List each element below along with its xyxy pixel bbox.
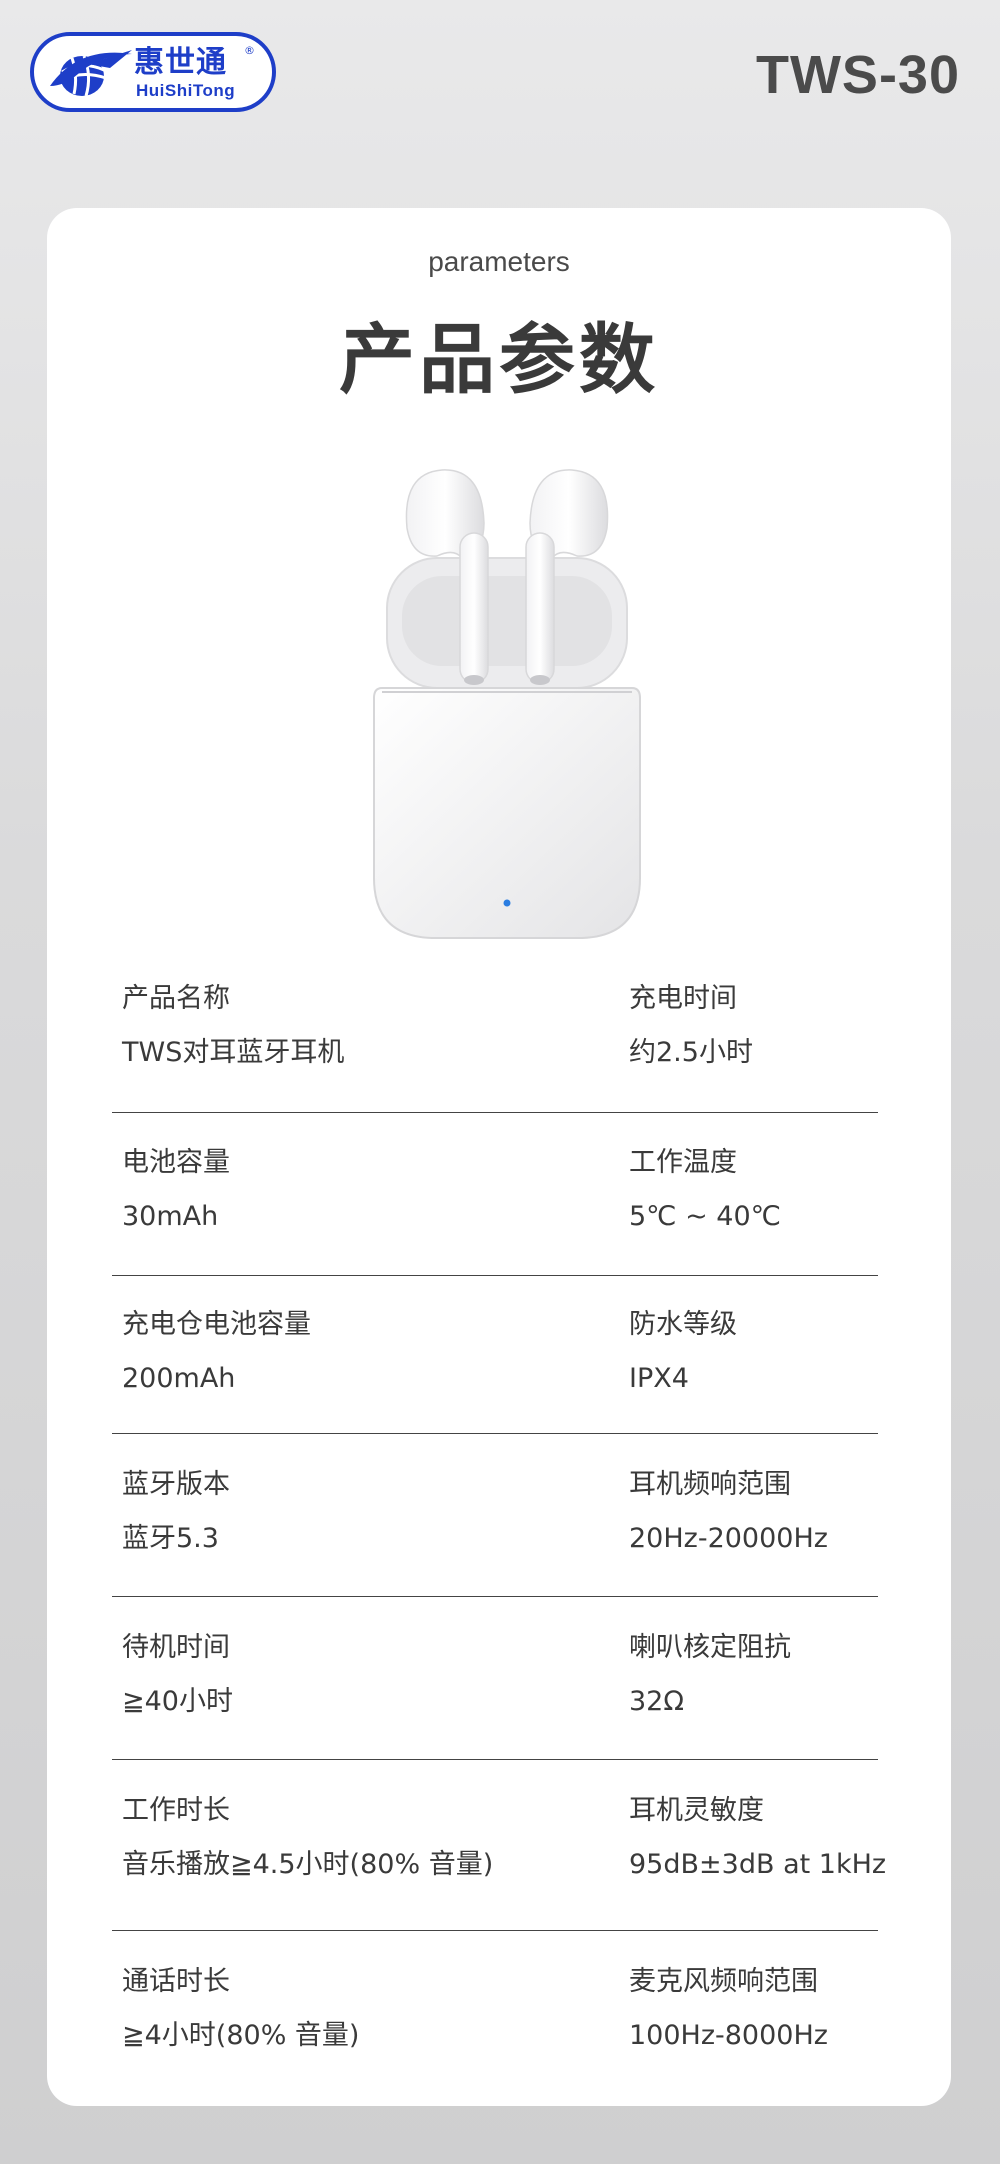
spec-row: 通话时长 ≧4小时(80% 音量) 麦克风频响范围 100Hz-8000Hz	[112, 1931, 878, 2081]
spec-row: 产品名称 TWS对耳蓝牙耳机 充电时间 约2.5小时	[112, 948, 878, 1113]
spec-label: 通话时长	[122, 1966, 230, 1997]
parameters-card: parameters 产品参数 产品名称 TWS对耳蓝牙耳机 充电时间 约2.5…	[47, 208, 951, 2106]
spec-label: 耳机频响范围	[629, 1469, 791, 1500]
earbuds-product-image	[373, 469, 641, 939]
spec-value: IPX4	[629, 1363, 689, 1394]
spec-row: 充电仓电池容量 200mAh 防水等级 IPX4	[112, 1276, 878, 1434]
spec-cell: 充电时间 约2.5小时	[629, 982, 753, 1070]
spec-value: ≧4小时(80% 音量)	[122, 2020, 360, 2051]
section-subtitle: parameters	[428, 246, 570, 277]
spec-value: 200mAh	[122, 1363, 236, 1394]
spec-label: 待机时间	[122, 1632, 230, 1663]
spec-cell: 麦克风频响范围 100Hz-8000Hz	[629, 1965, 828, 2053]
spec-cell: 产品名称 TWS对耳蓝牙耳机	[122, 982, 344, 1070]
spec-cell: 耳机频响范围 20Hz-20000Hz	[629, 1468, 828, 1556]
spec-row: 电池容量 30mAh 工作温度 5℃ ~ 40℃	[112, 1113, 878, 1276]
spec-row: 蓝牙版本 蓝牙5.3 耳机频响范围 20Hz-20000Hz	[112, 1434, 878, 1597]
spec-value: TWS对耳蓝牙耳机	[122, 1037, 345, 1068]
spec-label: 充电时间	[629, 983, 737, 1014]
logo-chinese-name: 惠世通	[134, 45, 227, 80]
spec-cell: 防水等级 IPX4	[629, 1308, 737, 1396]
brand-logo: 惠世通 ® HuiShiTong	[30, 32, 276, 112]
spec-label: 产品名称	[122, 983, 230, 1014]
spec-cell: 通话时长 ≧4小时(80% 音量)	[122, 1965, 359, 2053]
case-led-indicator	[503, 899, 511, 907]
spec-value: 30mAh	[122, 1201, 219, 1232]
spec-label: 耳机灵敏度	[629, 1795, 764, 1826]
spec-cell: 蓝牙版本 蓝牙5.3	[122, 1468, 230, 1556]
spec-value: 20Hz-20000Hz	[629, 1523, 828, 1554]
spec-value: 32Ω	[629, 1686, 684, 1717]
spec-cell: 待机时间 ≧40小时	[122, 1631, 233, 1719]
spec-cell: 工作时长 音乐播放≧4.5小时(80% 音量)	[122, 1794, 493, 1882]
spec-label: 蓝牙版本	[122, 1469, 230, 1500]
registered-mark: ®	[244, 44, 255, 57]
spec-label: 电池容量	[122, 1147, 230, 1178]
spec-cell: 充电仓电池容量 200mAh	[122, 1308, 311, 1396]
spec-label: 工作温度	[629, 1147, 737, 1178]
spec-row: 待机时间 ≧40小时 喇叭核定阻抗 32Ω	[112, 1597, 878, 1760]
spec-cell: 工作温度 5℃ ~ 40℃	[629, 1146, 781, 1234]
spec-value: 音乐播放≧4.5小时(80% 音量)	[122, 1849, 494, 1880]
spec-value: 5℃ ~ 40℃	[629, 1201, 781, 1232]
spec-cell: 电池容量 30mAh	[122, 1146, 230, 1234]
globe-logo-icon	[50, 50, 132, 97]
spec-label: 工作时长	[122, 1795, 230, 1826]
spec-cell: 喇叭核定阻抗 32Ω	[629, 1631, 791, 1719]
spec-label: 充电仓电池容量	[122, 1309, 311, 1340]
spec-label: 防水等级	[629, 1309, 737, 1340]
spec-label: 麦克风频响范围	[629, 1966, 818, 1997]
spec-row: 工作时长 音乐播放≧4.5小时(80% 音量) 耳机灵敏度 95dB±3dB a…	[112, 1760, 886, 1931]
spec-value: ≧40小时	[122, 1686, 233, 1717]
product-parameters-page: 惠世通 ® HuiShiTong TWS-30 parameters 产品参数	[0, 0, 1000, 2164]
spec-value: 100Hz-8000Hz	[629, 2020, 828, 2051]
section-title: 产品参数	[339, 315, 659, 404]
spec-cell: 耳机灵敏度 95dB±3dB at 1kHz	[629, 1794, 886, 1882]
spec-label: 喇叭核定阻抗	[629, 1632, 791, 1663]
spec-value: 约2.5小时	[629, 1037, 753, 1068]
model-number: TWS-30	[755, 45, 960, 105]
logo-english-name: HuiShiTong	[136, 81, 236, 100]
spec-value: 蓝牙5.3	[122, 1523, 219, 1554]
specs-table: 产品名称 TWS对耳蓝牙耳机 充电时间 约2.5小时 电池容量 30mAh 工作…	[112, 948, 886, 2081]
spec-value: 95dB±3dB at 1kHz	[629, 1849, 887, 1880]
